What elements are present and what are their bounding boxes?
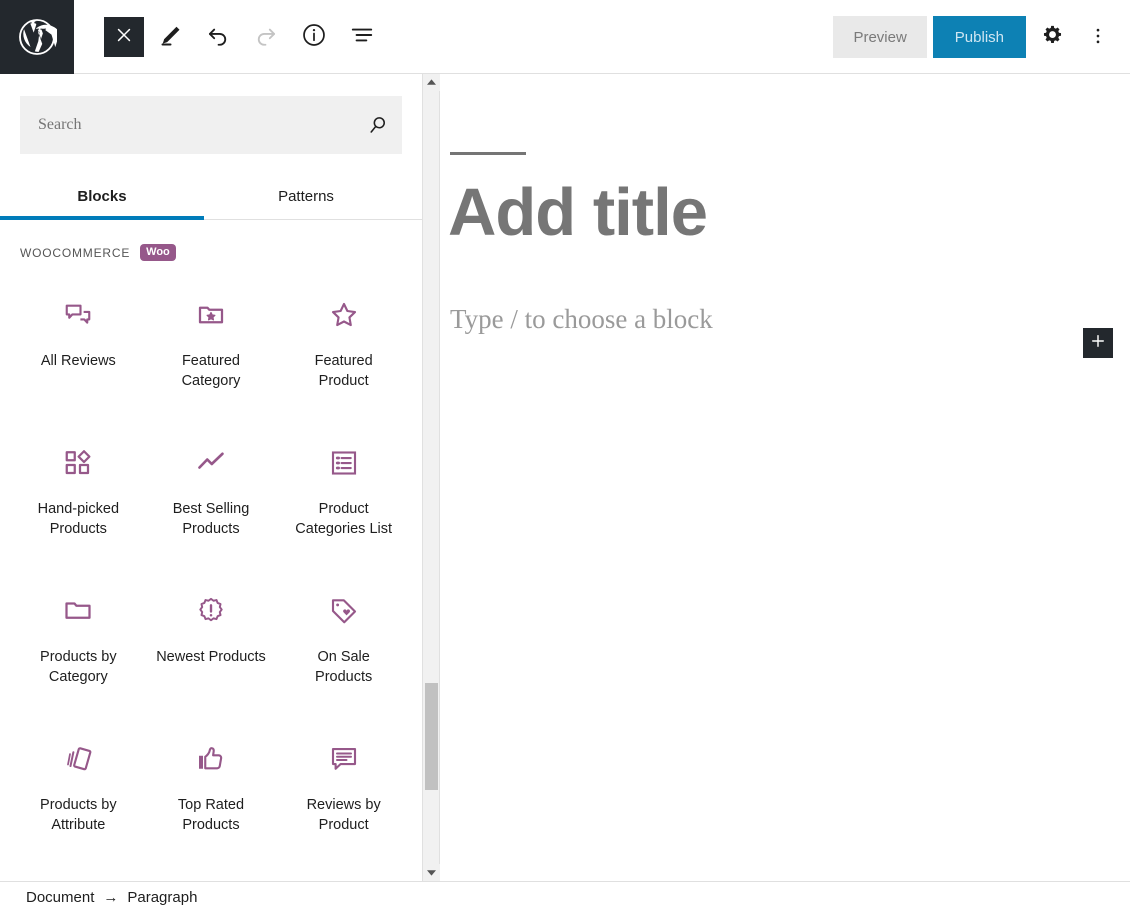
breadcrumb-paragraph[interactable]: Paragraph: [127, 889, 197, 906]
list-view-button[interactable]: [340, 15, 384, 59]
editor-top-bar: Preview Publish: [0, 0, 1130, 74]
breadcrumb-document[interactable]: Document: [26, 889, 94, 906]
more-options-button[interactable]: [1078, 15, 1118, 59]
cards-stack-icon: [63, 737, 93, 781]
inserter-scrollbar[interactable]: [423, 74, 440, 881]
folder-icon: [63, 589, 93, 633]
block-label: Best Selling Products: [172, 501, 250, 537]
block-label: All Reviews: [40, 353, 116, 369]
block-label: Products by Category: [40, 649, 117, 685]
block-label: Reviews by Product: [306, 797, 381, 833]
block-item-all-reviews[interactable]: All Reviews: [12, 271, 145, 419]
block-label: Featured Product: [314, 353, 373, 389]
publish-button[interactable]: Publish: [932, 16, 1026, 58]
category-header-woocommerce: WOOCOMMERCE Woo: [0, 220, 422, 261]
star-outline-icon: [329, 293, 359, 337]
paragraph-block-placeholder[interactable]: Type / to choose a block: [450, 304, 1130, 335]
info-circle-icon: [301, 22, 327, 51]
speech-bubbles-icon: [63, 293, 93, 337]
top-bar-left-tools: [74, 0, 384, 74]
search-magnifier-icon[interactable]: [354, 96, 402, 154]
gear-icon: [1041, 24, 1064, 50]
inserter-tabs: Blocks Patterns: [0, 182, 422, 220]
scroll-up-arrow-icon[interactable]: [423, 74, 440, 91]
block-label: Product Categories List: [295, 501, 393, 537]
thumbs-up-icon: [196, 737, 226, 781]
list-box-icon: [329, 441, 359, 485]
block-item-reviews-by-product[interactable]: Reviews by Product: [277, 715, 410, 840]
close-button[interactable]: [104, 16, 144, 57]
block-item-on-sale-products[interactable]: On Sale Products: [277, 567, 410, 715]
top-bar-right-tools: Preview Publish: [833, 0, 1118, 74]
block-label: On Sale Products: [315, 649, 373, 685]
blocks-scroll-region: WOOCOMMERCE Woo All Reviews Featured Cat…: [0, 220, 422, 840]
settings-button[interactable]: [1032, 15, 1072, 59]
category-title: WOOCOMMERCE: [20, 245, 131, 260]
editor-canvas: Add title Type / to choose a block: [441, 74, 1130, 881]
block-item-featured-product[interactable]: Featured Product: [277, 271, 410, 419]
add-block-button[interactable]: [1083, 328, 1113, 358]
edit-button[interactable]: [148, 15, 192, 59]
preview-button[interactable]: Preview: [833, 16, 927, 58]
tab-blocks[interactable]: Blocks: [0, 182, 204, 220]
breadcrumb-separator-icon: →: [103, 888, 119, 906]
wordpress-logo-button[interactable]: [0, 0, 74, 74]
more-vertical-dots-icon: [1087, 25, 1109, 50]
tab-patterns[interactable]: Patterns: [204, 182, 408, 219]
redo-arrow-icon: [253, 22, 279, 51]
scroll-down-arrow-icon[interactable]: [423, 864, 440, 881]
block-label: Products by Attribute: [40, 797, 117, 833]
close-x-icon: [114, 25, 134, 48]
block-item-products-by-category[interactable]: Products by Category: [12, 567, 145, 715]
trend-line-icon: [196, 441, 226, 485]
block-item-top-rated-products[interactable]: Top Rated Products: [145, 715, 278, 840]
list-view-icon: [349, 22, 375, 51]
block-item-best-selling-products[interactable]: Best Selling Products: [145, 419, 278, 567]
tag-heart-icon: [329, 589, 359, 633]
block-item-product-categories-list[interactable]: Product Categories List: [277, 419, 410, 567]
post-title-input[interactable]: Add title: [448, 179, 1130, 246]
block-item-hand-picked-products[interactable]: Hand-picked Products: [12, 419, 145, 567]
grid-diamond-icon: [63, 441, 93, 485]
woo-badge: Woo: [140, 244, 176, 261]
burst-exclamation-icon: [196, 589, 226, 633]
title-divider-rule: [450, 152, 526, 155]
search-area: [0, 74, 422, 154]
folder-star-icon: [196, 293, 226, 337]
comment-lines-icon: [329, 737, 359, 781]
scrollbar-thumb[interactable]: [425, 683, 438, 790]
block-label: Hand-picked Products: [37, 501, 120, 537]
block-item-products-by-attribute[interactable]: Products by Attribute: [12, 715, 145, 840]
search-box[interactable]: [20, 96, 402, 154]
details-button[interactable]: [292, 15, 336, 59]
pencil-edit-icon: [158, 23, 182, 50]
undo-arrow-icon: [205, 22, 231, 51]
plus-icon: [1089, 332, 1107, 355]
block-item-featured-category[interactable]: Featured Category: [145, 271, 278, 419]
redo-button[interactable]: [244, 15, 288, 59]
search-input[interactable]: [20, 96, 354, 154]
wordpress-logo-icon: [17, 17, 57, 57]
undo-button[interactable]: [196, 15, 240, 59]
block-label: Top Rated Products: [177, 797, 245, 833]
block-label: Featured Category: [181, 353, 241, 389]
block-item-newest-products[interactable]: Newest Products: [145, 567, 278, 715]
block-label: Newest Products: [156, 649, 266, 665]
block-grid: All Reviews Featured Category Featured P…: [0, 261, 422, 840]
block-inserter-panel: Blocks Patterns WOOCOMMERCE Woo All Revi…: [0, 74, 423, 881]
editor-footer-breadcrumb: Document → Paragraph: [0, 881, 1130, 912]
